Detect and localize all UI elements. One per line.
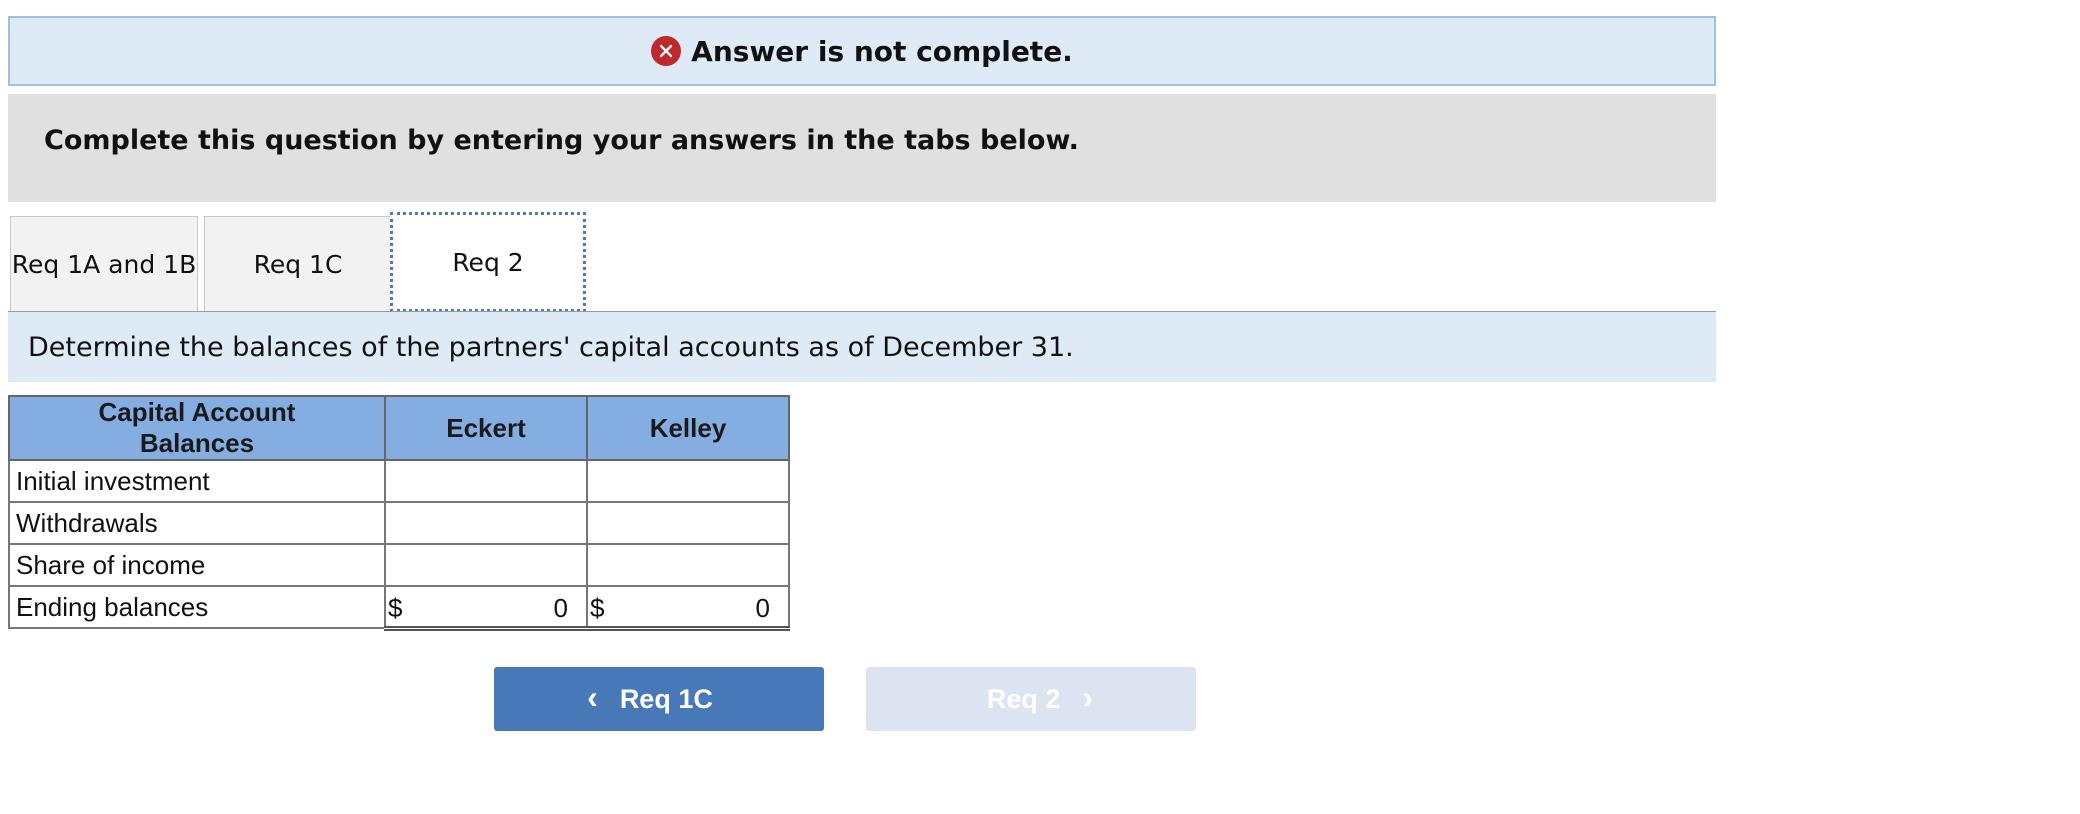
tab-req-2[interactable]: Req 2 — [390, 212, 586, 312]
header-kelley: Kelley — [586, 395, 790, 461]
kelley-share-of-income-input[interactable] — [586, 543, 790, 587]
row-label-ending-balances: Ending balances — [8, 585, 386, 629]
status-message: Answer is not complete. — [691, 34, 1073, 68]
table-header-row: Capital Account Balances Eckert Kelley — [8, 395, 790, 461]
kelley-ending-value: 0 — [755, 593, 770, 623]
error-x-icon — [651, 36, 682, 66]
header-eckert: Eckert — [384, 395, 588, 461]
chevron-left-icon: ‹ — [587, 678, 598, 715]
question-text: Determine the balances of the partners' … — [28, 331, 1074, 363]
eckert-withdrawals-input[interactable] — [384, 501, 588, 545]
instruction-bar: Complete this question by entering your … — [8, 94, 1716, 202]
question-bar: Determine the balances of the partners' … — [8, 312, 1716, 382]
question-frame: Answer is not complete. Complete this qu… — [0, 0, 2080, 814]
next-req-2-button[interactable]: Req 2 › — [866, 667, 1196, 731]
prev-button-label: Req 1C — [619, 683, 713, 714]
tab-req-1a-1b[interactable]: Req 1A and 1B — [10, 216, 198, 312]
table-row: Withdrawals — [8, 501, 790, 545]
kelley-initial-investment-input[interactable] — [586, 459, 790, 503]
table-row: Initial investment — [8, 459, 790, 503]
header-capital-account-balances: Capital Account Balances — [8, 395, 386, 461]
row-label-withdrawals: Withdrawals — [8, 501, 386, 545]
eckert-initial-investment-input[interactable] — [384, 459, 588, 503]
chevron-right-icon: › — [1082, 678, 1094, 715]
eckert-ending-value: 0 — [553, 593, 568, 623]
row-label-initial-investment: Initial investment — [8, 459, 386, 503]
table-row: Ending balances $ 0 $ 0 — [8, 585, 790, 631]
prev-req-1c-button[interactable]: ‹ Req 1C — [494, 667, 824, 731]
tab-req-1c[interactable]: Req 1C — [204, 216, 392, 312]
kelley-withdrawals-input[interactable] — [586, 501, 790, 545]
table-row: Share of income — [8, 543, 790, 587]
kelley-ending-balance: $ 0 — [586, 585, 790, 631]
next-button-label: Req 2 — [986, 683, 1061, 714]
eckert-ending-balance: $ 0 — [384, 585, 588, 631]
status-banner: Answer is not complete. — [8, 16, 1716, 86]
eckert-share-of-income-input[interactable] — [384, 543, 588, 587]
capital-balances-table: Capital Account Balances Eckert Kelley I… — [8, 395, 790, 631]
currency-symbol: $ — [590, 593, 605, 623]
row-label-share-of-income: Share of income — [8, 543, 386, 587]
currency-symbol: $ — [388, 593, 403, 623]
instruction-text: Complete this question by entering your … — [44, 124, 1079, 156]
